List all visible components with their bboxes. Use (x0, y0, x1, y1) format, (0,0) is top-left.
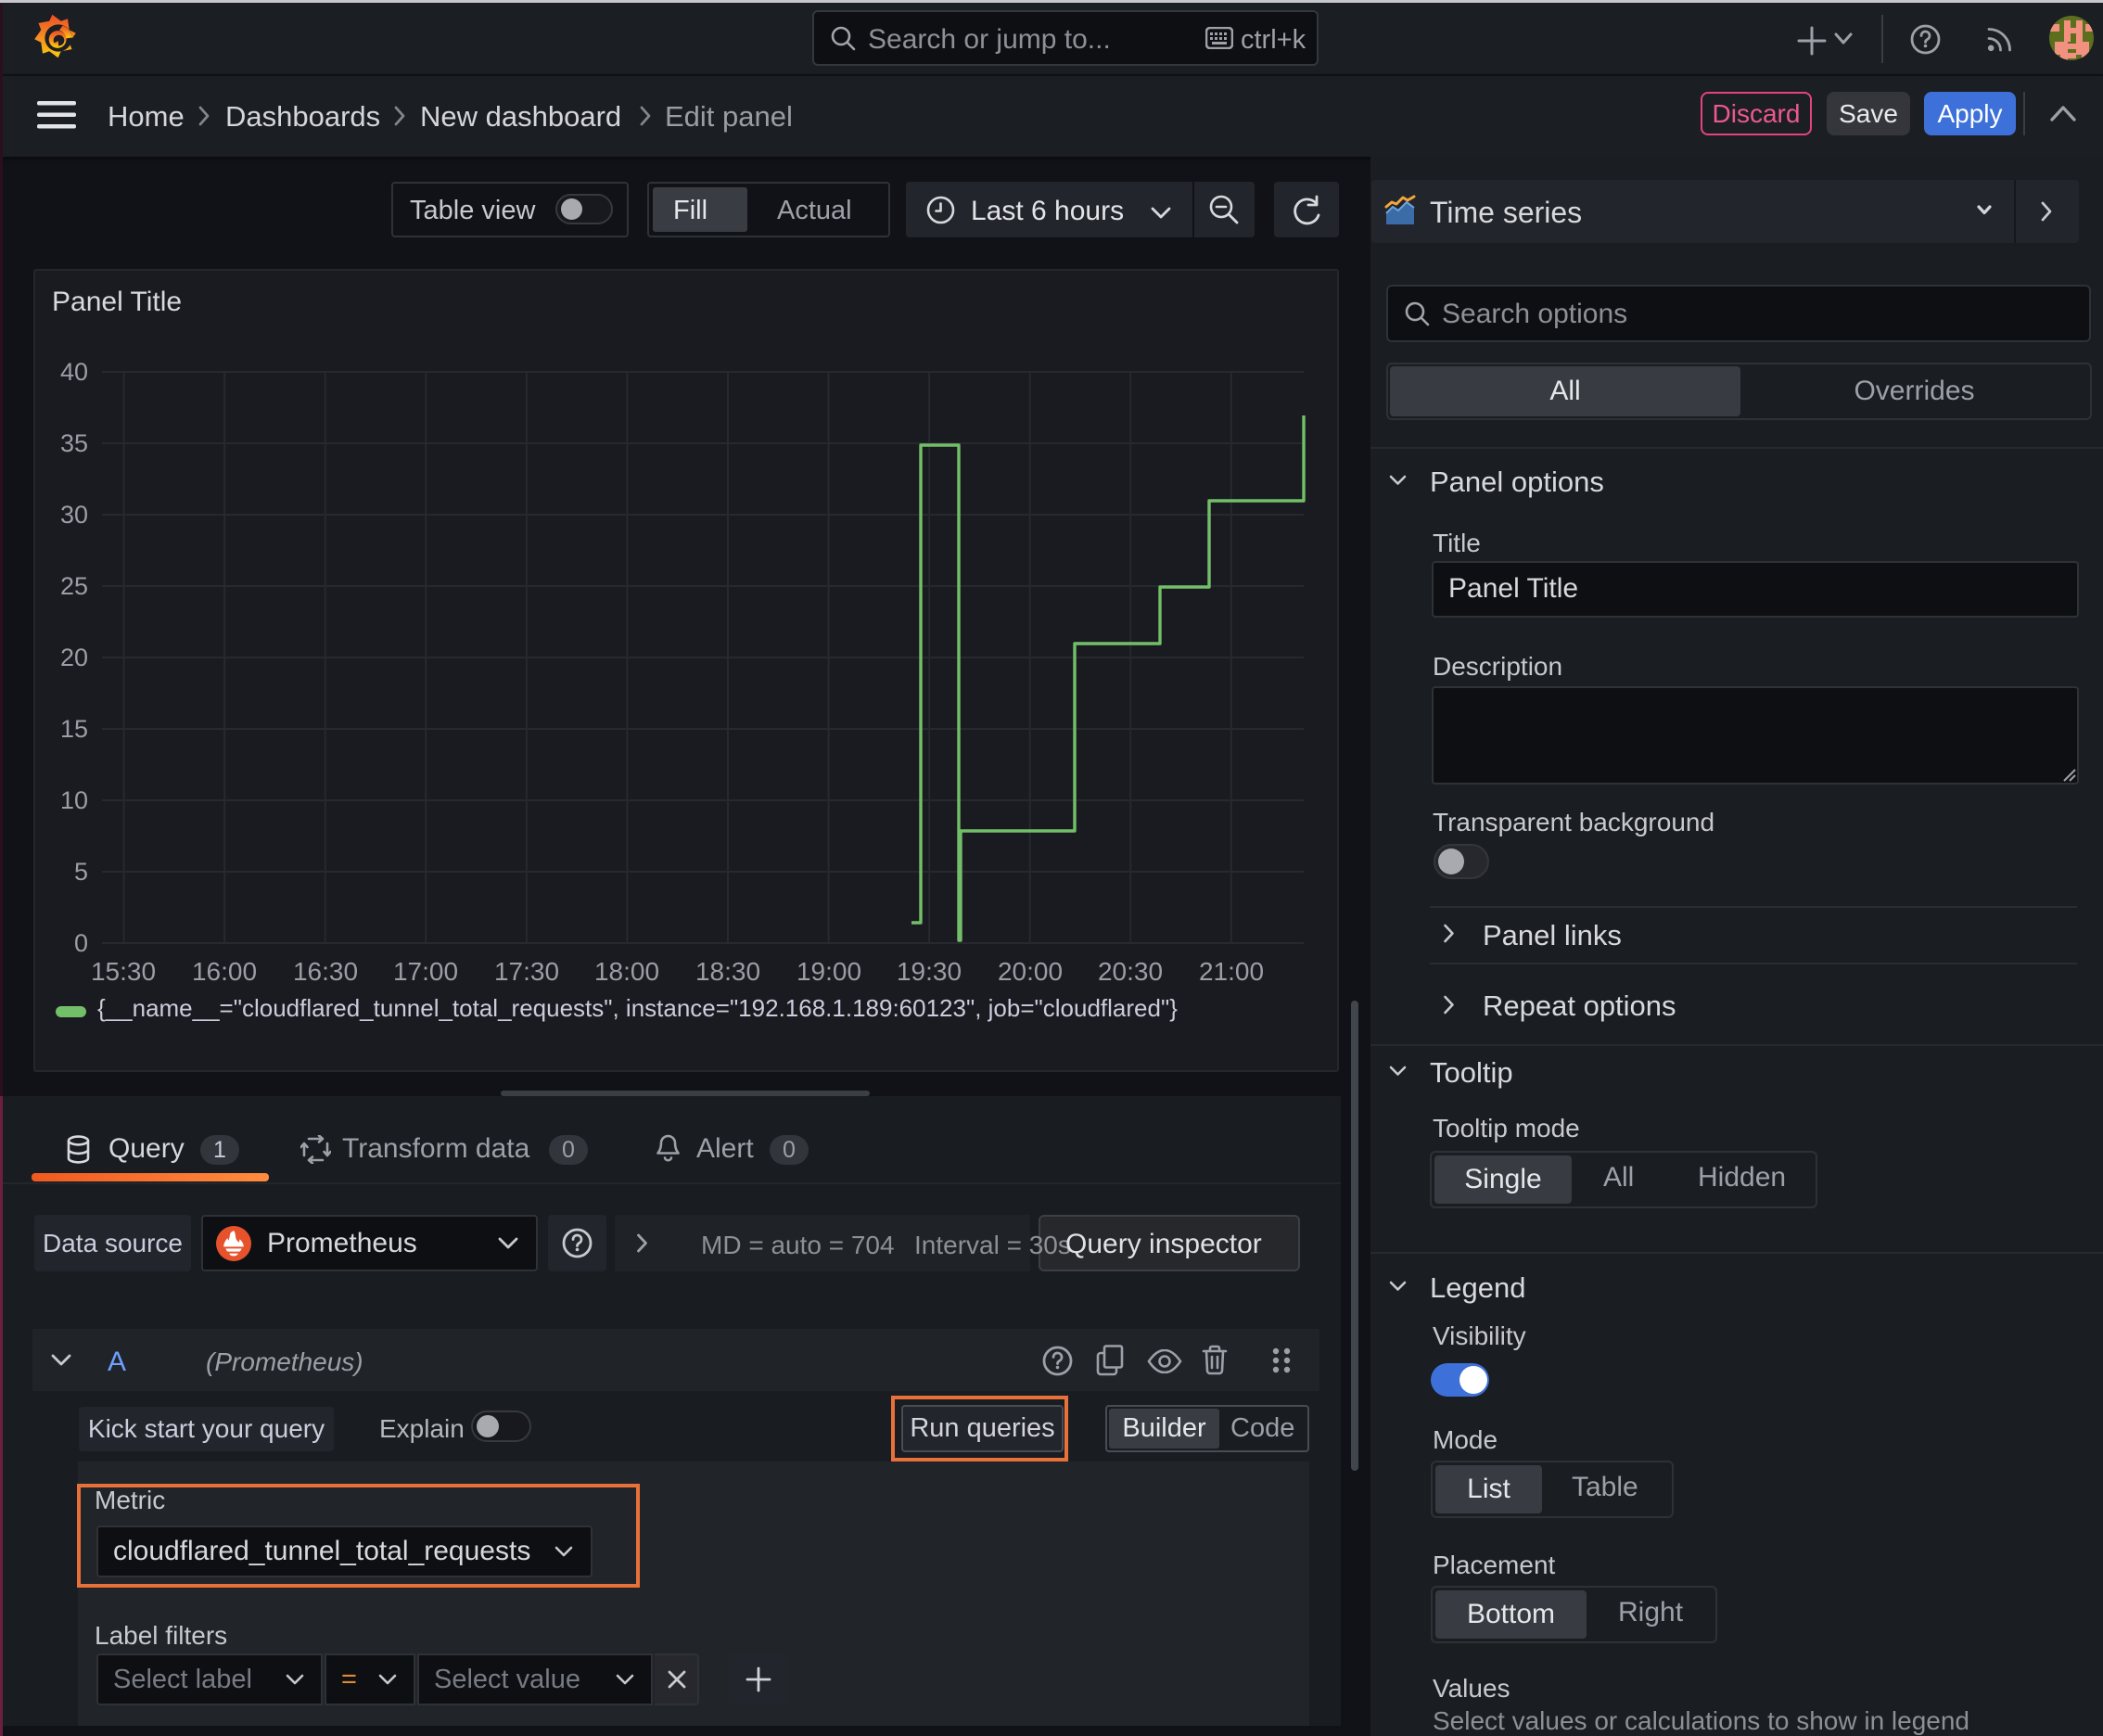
svg-text:5: 5 (74, 858, 88, 886)
svg-text:19:00: 19:00 (797, 957, 861, 986)
svg-text:10: 10 (60, 786, 88, 814)
svg-text:35: 35 (60, 429, 88, 457)
svg-text:18:00: 18:00 (594, 957, 659, 986)
svg-text:20: 20 (60, 644, 88, 671)
svg-text:15:30: 15:30 (91, 957, 156, 986)
svg-text:25: 25 (60, 572, 88, 600)
svg-text:16:30: 16:30 (293, 957, 358, 986)
svg-text:15: 15 (60, 715, 88, 743)
svg-text:19:30: 19:30 (897, 957, 962, 986)
svg-text:21:00: 21:00 (1199, 957, 1264, 986)
svg-text:20:30: 20:30 (1098, 957, 1163, 986)
svg-text:17:30: 17:30 (494, 957, 559, 986)
svg-text:30: 30 (60, 501, 88, 529)
svg-text:{__name__="cloudflared_tunnel_: {__name__="cloudflared_tunnel_total_requ… (97, 994, 1178, 1022)
svg-text:17:00: 17:00 (393, 957, 458, 986)
svg-text:0: 0 (74, 929, 88, 957)
svg-text:18:30: 18:30 (695, 957, 760, 986)
svg-text:40: 40 (60, 358, 88, 386)
svg-text:20:00: 20:00 (998, 957, 1063, 986)
svg-text:16:00: 16:00 (192, 957, 257, 986)
